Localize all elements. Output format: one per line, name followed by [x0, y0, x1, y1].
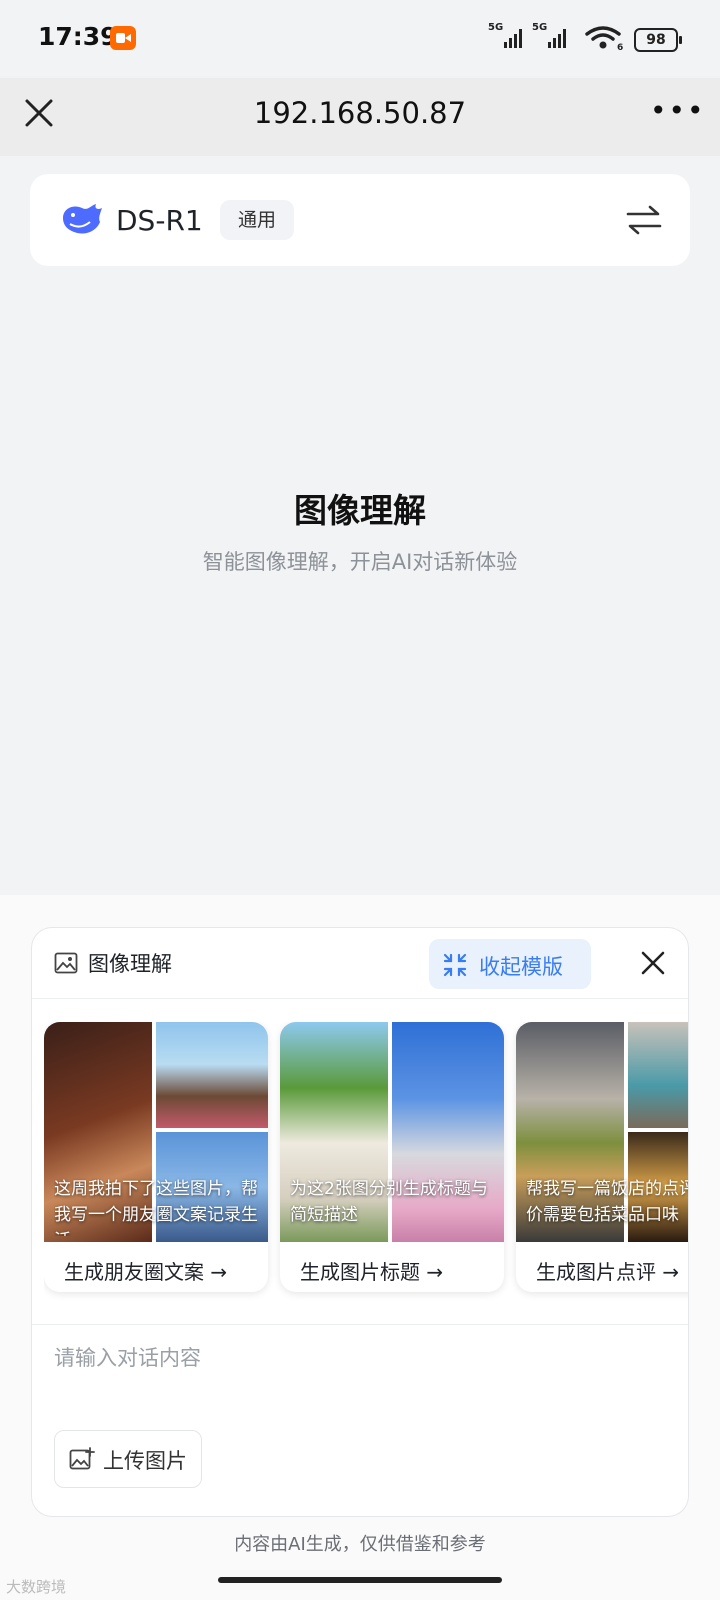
- status-bar: 17:39 5G 5G 6 98: [0, 0, 720, 78]
- template-panel: 图像理解 收起模版 这周我拍下了这些图片，帮我写一个朋友圈文案记录生活 生成朋友…: [32, 928, 688, 1516]
- swap-icon[interactable]: [624, 202, 664, 238]
- ai-disclaimer: 内容由AI生成，仅供借鉴和参考: [234, 1534, 486, 1555]
- divider: [32, 1324, 688, 1325]
- signal-type-label: 5G: [488, 22, 504, 33]
- image-upload-icon: [69, 1447, 95, 1470]
- screen-record-icon: [110, 26, 136, 50]
- template-card[interactable]: 为这2张图分别生成标题与简短描述 生成图片标题 →: [280, 1022, 504, 1292]
- home-indicator[interactable]: [218, 1577, 502, 1583]
- watermark: 大数跨境: [6, 1578, 67, 1596]
- status-time: 17:39: [38, 22, 118, 51]
- chat-input[interactable]: 请输入对话内容: [54, 1342, 201, 1372]
- template-caption: 这周我拍下了这些图片，帮我写一个朋友圈文案记录生活: [54, 1179, 258, 1236]
- deepseek-whale-logo: [63, 204, 102, 234]
- more-icon[interactable]: •••: [650, 97, 706, 125]
- collapse-templates-button[interactable]: 收起模版: [429, 939, 591, 989]
- signal-type-label: 5G: [532, 22, 548, 33]
- template-label: 生成图片点评 →: [536, 1260, 680, 1284]
- template-card[interactable]: 帮我写一篇饭店的点评，评价需要包括菜品口味 生成图片点评 →: [516, 1022, 688, 1292]
- page-url: 192.168.50.87: [253, 96, 467, 130]
- battery-indicator: 98: [634, 28, 682, 52]
- image-icon: [54, 952, 78, 974]
- panel-header: 图像理解 收起模版: [32, 928, 688, 999]
- svg-text:6: 6: [617, 43, 623, 51]
- upload-label: 上传图片: [103, 1449, 187, 1473]
- close-icon[interactable]: [640, 950, 666, 976]
- hero-subtitle: 智能图像理解，开启AI对话新体验: [202, 550, 518, 574]
- model-name: DS-R1: [116, 204, 203, 237]
- collapse-label: 收起模版: [479, 955, 563, 979]
- collapse-icon: [443, 953, 467, 977]
- signal-icon: 5G: [488, 22, 528, 48]
- panel-title: 图像理解: [88, 952, 172, 976]
- template-caption: 帮我写一篇饭店的点评，评价需要包括菜品口味: [526, 1179, 688, 1225]
- signal-icon: 5G: [532, 22, 572, 48]
- model-tag: 通用: [220, 200, 295, 240]
- template-card[interactable]: 这周我拍下了这些图片，帮我写一个朋友圈文案记录生活 生成朋友圈文案 →: [44, 1022, 268, 1292]
- template-caption: 为这2张图分别生成标题与简短描述: [290, 1179, 488, 1225]
- template-label: 生成朋友圈文案 →: [64, 1260, 228, 1284]
- template-label: 生成图片标题 →: [300, 1260, 444, 1284]
- upload-image-button[interactable]: 上传图片: [54, 1430, 202, 1488]
- hero-title: 图像理解: [294, 491, 426, 530]
- model-selector[interactable]: DS-R1 通用: [30, 174, 690, 266]
- browser-nav-bar: 192.168.50.87 •••: [0, 78, 720, 156]
- wifi-icon: 6: [585, 26, 623, 51]
- template-carousel[interactable]: 这周我拍下了这些图片，帮我写一个朋友圈文案记录生活 生成朋友圈文案 → 为这2张…: [44, 1022, 688, 1302]
